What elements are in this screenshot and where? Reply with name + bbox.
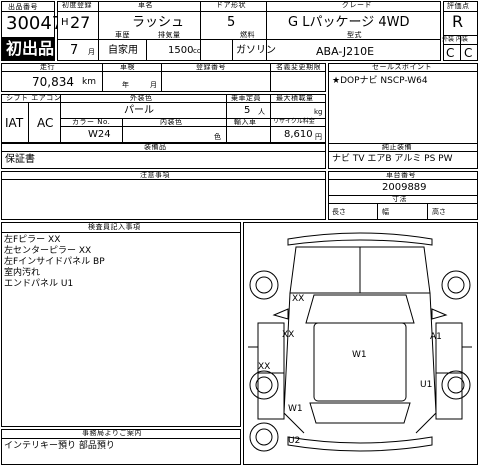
standard-equip-label: 純正装備: [382, 143, 412, 151]
color-no-value: W24: [88, 129, 111, 140]
ext-color-label: 外装色: [130, 94, 153, 102]
purpose-value: 自家用: [108, 45, 138, 56]
grade-label: グレード: [342, 1, 372, 9]
car-diagram-box: XX XX XX A1 W1 W1 U1 U2: [243, 222, 478, 465]
purpose-label: 車歴: [115, 31, 130, 39]
damage-mark-end-panel: U2: [288, 436, 301, 446]
car-diagram: [248, 232, 472, 452]
model-year: 27: [70, 13, 91, 32]
reg-month-unit: 月: [88, 48, 95, 56]
model-code-label: 型式: [347, 31, 362, 39]
color-no-label: カラー No.: [72, 118, 111, 126]
frame-number-label: 車台番号: [386, 171, 416, 179]
width-label: 幅: [382, 208, 389, 216]
frame-number: 2009889: [382, 182, 427, 193]
shift-ac-label: シフト エアコン: [6, 94, 62, 102]
model-code: ABA-J210E: [316, 45, 375, 58]
damage-mark-roof: W1: [352, 350, 367, 360]
ext-color-value: パール: [124, 105, 154, 116]
standard-equip-value: ナビ TV エアB アルミ PS PW: [332, 154, 453, 164]
interior-score: C: [464, 46, 473, 60]
sales-point-text: ★DOPナビ NSCP-W64: [332, 76, 428, 86]
ac-value: AC: [37, 116, 54, 130]
int-color-label: 内装色: [160, 118, 183, 126]
length-label: 長さ: [332, 208, 346, 216]
max-load-label: 最大積載量: [276, 94, 314, 102]
inspection-label: 車検: [120, 63, 135, 71]
first-listing-text: 初出品: [6, 39, 55, 58]
inspector-notes-label: 検査員記入事項: [88, 223, 141, 231]
dimensions-label: 寸法: [392, 195, 407, 203]
displacement-label: 排気量: [158, 31, 181, 39]
lot-number-label: 出品番号: [8, 3, 38, 11]
mileage-label: 走行: [40, 63, 55, 71]
seats-label: 乗車定員: [231, 94, 261, 102]
era-prefix: H: [61, 17, 69, 28]
seats-unit: 人: [258, 108, 265, 116]
first-listing-badge: 初出品: [1, 37, 55, 61]
ext-int-label: 外装 内装: [442, 36, 468, 43]
first-reg-label: 初度登録: [62, 1, 92, 9]
car-name-label: 車名: [138, 1, 153, 9]
shift-value: IAT: [5, 116, 24, 130]
fuel-value: ガソリン: [236, 45, 276, 56]
reg-expiry-label: 名義変更期限: [276, 63, 321, 71]
inspector-note: 室内汚れ: [4, 268, 41, 278]
damage-mark-left-center-pillar: XX: [282, 330, 295, 340]
notes-label: 注意事項: [140, 171, 170, 179]
accessories-label: 装備品: [144, 143, 167, 151]
damage-mark-right-rear-quarter: U1: [420, 380, 433, 390]
door-count: 5: [227, 15, 236, 30]
grade-value: G Lパッケージ 4WD: [288, 15, 410, 30]
door-shape-label: ドア形状: [216, 1, 246, 9]
recycle-unit: 円: [315, 133, 322, 141]
lot-number: 30047: [6, 13, 64, 34]
int-color-unit: 色: [214, 133, 221, 141]
displacement-value: 1500: [168, 45, 194, 56]
seats-value: 5: [244, 105, 251, 116]
inspector-note: エンドパネル U1: [4, 279, 74, 289]
car-name: ラッシュ: [132, 15, 185, 30]
recycle-fee: 8,610: [284, 129, 313, 140]
damage-mark-right-rear-door: A1: [430, 332, 442, 342]
displacement-unit: cc: [193, 47, 201, 55]
reg-number-label: 登録番号: [196, 63, 226, 71]
mileage-unit: km: [82, 77, 96, 87]
overall-score: R: [452, 12, 464, 31]
inspection-year-unit: 年: [122, 81, 129, 89]
score-label: 評価点: [447, 2, 470, 10]
inspector-note: 左センターピラー XX: [4, 246, 92, 256]
inspector-note: 左Fピラー XX: [4, 235, 61, 245]
reg-month: 7: [70, 43, 79, 58]
mileage-value: 70,834: [32, 75, 74, 89]
max-load-unit: kg: [314, 108, 323, 116]
fuel-label: 燃料: [240, 31, 255, 39]
damage-mark-left-fender: XX: [258, 362, 271, 372]
damage-mark-left-front-pillar: XX: [292, 294, 305, 304]
office-notes-label: 事務局よりご案内: [82, 429, 142, 437]
inspection-month-unit: 月: [150, 81, 157, 89]
exterior-score: C: [446, 46, 455, 60]
damage-mark-rear-bumper-area: W1: [288, 404, 303, 414]
inspector-note: 左Fインサイドパネル BP: [4, 257, 105, 267]
height-label: 高さ: [432, 208, 446, 216]
office-notes-text: インテリキー預り 部品預り: [4, 441, 115, 451]
sales-point-label: セールスポイント: [372, 63, 432, 71]
import-label: 輸入車: [234, 118, 257, 126]
inspector-notes-list: 左Fピラー XX 左センターピラー XX 左Fインサイドパネル BP 室内汚れ …: [4, 235, 238, 290]
recycle-label: リサイクル料金: [273, 118, 315, 125]
accessories-value: 保証書: [5, 154, 35, 165]
